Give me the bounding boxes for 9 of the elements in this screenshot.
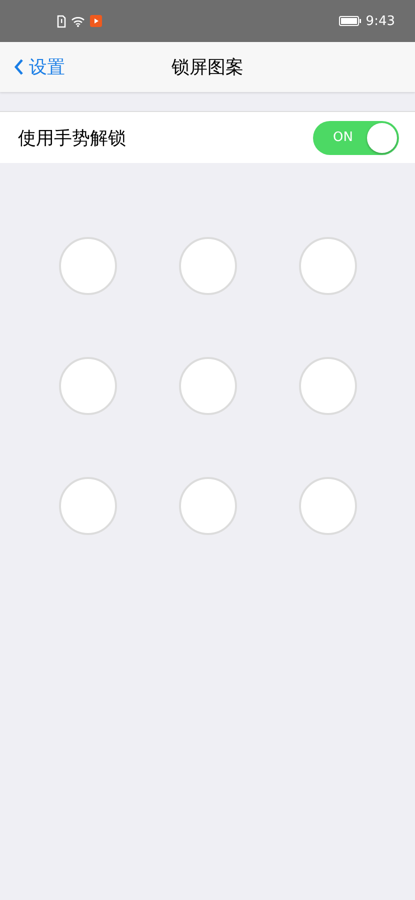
status-time: 9:43 [366, 14, 395, 28]
wifi-icon [71, 16, 85, 26]
chevron-left-icon [14, 58, 24, 76]
page-title: 锁屏图案 [172, 56, 244, 79]
setting-label: 使用手势解锁 [18, 126, 126, 150]
back-button[interactable]: 设置 [0, 55, 65, 79]
app-notification-icon [90, 15, 102, 27]
battery-icon [338, 16, 361, 26]
sim-icon [57, 14, 66, 28]
